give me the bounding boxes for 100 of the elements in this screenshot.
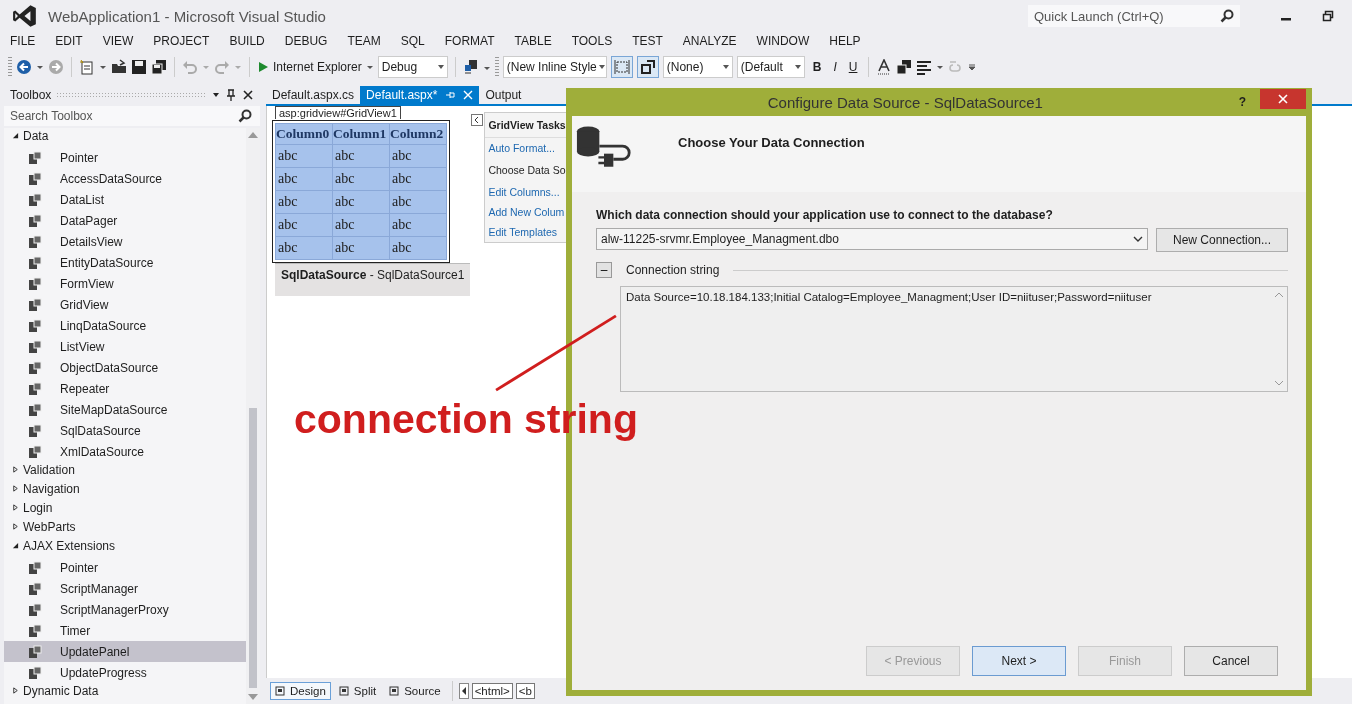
- scrollbar[interactable]: [246, 128, 260, 704]
- toolbox-item[interactable]: UpdatePanel: [4, 641, 246, 662]
- scroll-left-icon[interactable]: [458, 683, 469, 699]
- quick-launch-field[interactable]: Quick Launch (Ctrl+Q): [1028, 5, 1240, 27]
- toolbox-item[interactable]: Timer: [4, 620, 246, 641]
- toolbox-item[interactable]: XmlDataSource: [4, 441, 246, 462]
- toolbox-item[interactable]: ListView: [4, 336, 246, 357]
- toolbox-item[interactable]: SiteMapDataSource: [4, 399, 246, 420]
- toolbox-item[interactable]: ScriptManager: [4, 578, 246, 599]
- toolbox-item[interactable]: AccessDataSource: [4, 168, 246, 189]
- absolute-position-icon[interactable]: [636, 56, 659, 78]
- menu-item[interactable]: FILE: [10, 34, 36, 48]
- dropdown-arrow-icon[interactable]: [36, 63, 44, 71]
- menu-item[interactable]: PROJECT: [153, 34, 210, 48]
- new-connection-button[interactable]: New Connection...: [1156, 228, 1288, 252]
- menu-item[interactable]: HELP: [829, 34, 861, 48]
- dialog-button[interactable]: Next >: [972, 646, 1066, 676]
- dropdown-arrow-icon[interactable]: [212, 91, 220, 99]
- toolbox-item[interactable]: DataPager: [4, 210, 246, 231]
- toolbox-category[interactable]: Data: [4, 128, 246, 145]
- task-link[interactable]: Edit Columns...: [485, 182, 569, 202]
- toolbox-item[interactable]: DetailsView: [4, 231, 246, 252]
- menu-item[interactable]: SQL: [400, 34, 425, 48]
- pin-icon[interactable]: [225, 89, 237, 101]
- align-left-icon[interactable]: [916, 59, 933, 75]
- control-icon: [28, 318, 42, 333]
- format-button[interactable]: I: [829, 60, 841, 74]
- menu-item[interactable]: TEAM: [347, 34, 381, 48]
- toolbox-item[interactable]: LinqDataSource: [4, 315, 246, 336]
- toolbox-category[interactable]: Login: [4, 498, 246, 517]
- toolbox-item[interactable]: UpdateProgress: [4, 662, 246, 683]
- toolbox-item[interactable]: Pointer: [4, 147, 246, 168]
- toolbox-category[interactable]: Dynamic Data: [4, 681, 246, 700]
- toolbox-item[interactable]: ObjectDataSource: [4, 357, 246, 378]
- editor-tab[interactable]: Default.aspx.cs: [266, 86, 361, 104]
- menu-item[interactable]: TEST: [632, 34, 663, 48]
- save-icon[interactable]: [131, 59, 147, 75]
- menu-item[interactable]: EDIT: [55, 34, 83, 48]
- editor-tab[interactable]: Output: [479, 86, 528, 104]
- open-folder-icon[interactable]: [111, 59, 127, 75]
- menu-item[interactable]: VIEW: [102, 34, 134, 48]
- menu-item[interactable]: WINDOW: [756, 34, 810, 48]
- connection-dropdown[interactable]: alw-11225-srvmr.Employee_Managment.dbo: [596, 228, 1148, 250]
- menu-item[interactable]: TABLE: [514, 34, 552, 48]
- data-source-control[interactable]: SqlDataSource - SqlDataSource1: [275, 263, 471, 296]
- menu-item[interactable]: TOOLS: [571, 34, 613, 48]
- format-button[interactable]: U: [844, 60, 862, 74]
- close-button[interactable]: [1260, 89, 1306, 109]
- grid-view[interactable]: Column0 Column1 Column2 abc abc abc abc abc abc abc abc abc abc abc abc abc abc abc: [275, 123, 447, 260]
- view-tab[interactable]: Split: [333, 682, 382, 700]
- toolbox-category[interactable]: AJAX Extensions: [4, 536, 246, 555]
- background-color-icon[interactable]: [896, 59, 913, 75]
- expand-toggle[interactable]: –: [596, 262, 612, 278]
- toolbox-category[interactable]: WebParts: [4, 517, 246, 536]
- task-link[interactable]: Auto Format...: [485, 138, 569, 158]
- breadcrumb-tag[interactable]: <b: [515, 683, 535, 699]
- menu-item[interactable]: ANALYZE: [682, 34, 737, 48]
- menu-item[interactable]: FORMAT: [444, 34, 495, 48]
- style-dropdown[interactable]: (New Inline Style: [502, 56, 607, 78]
- overflow-arrow-icon[interactable]: [968, 63, 977, 71]
- toolbox-item[interactable]: Repeater: [4, 378, 246, 399]
- task-link[interactable]: Add New Colum: [485, 202, 569, 222]
- help-button[interactable]: ?: [1238, 95, 1246, 109]
- back-arrow-icon[interactable]: [16, 59, 32, 75]
- task-link[interactable]: Edit Templates: [485, 222, 569, 242]
- save-all-icon[interactable]: [151, 59, 167, 75]
- attach-process-icon[interactable]: [462, 59, 479, 75]
- view-tab[interactable]: Source: [384, 682, 446, 700]
- toolbox-item[interactable]: GridView: [4, 294, 246, 315]
- new-project-icon[interactable]: [79, 59, 95, 75]
- restore-icon[interactable]: [1322, 10, 1334, 22]
- toolbox-item[interactable]: Pointer: [4, 557, 246, 578]
- connection-string-box[interactable]: Data Source=10.18.184.133;Initial Catalog=Employee_Managment;User ID=niituser;Password=niituser: [620, 286, 1288, 392]
- dropdown-arrow-icon[interactable]: [936, 63, 945, 71]
- menu-item[interactable]: DEBUG: [284, 34, 328, 48]
- breadcrumb-tag[interactable]: <html>: [471, 683, 513, 699]
- search-icon: [1220, 9, 1234, 23]
- dialog-button[interactable]: Cancel: [1184, 646, 1278, 676]
- menu-item[interactable]: BUILD: [229, 34, 265, 48]
- play-icon[interactable]: [257, 61, 269, 73]
- toolbox-category[interactable]: Navigation: [4, 479, 246, 498]
- close-icon[interactable]: [242, 89, 254, 101]
- control-icon: [28, 213, 42, 228]
- toolbox-item[interactable]: FormView: [4, 273, 246, 294]
- dropdown-arrow-icon[interactable]: [99, 63, 107, 71]
- view-tab[interactable]: Design: [270, 682, 331, 700]
- run-target-button[interactable]: Internet Explorer: [273, 60, 362, 74]
- font-color-icon[interactable]: [876, 59, 893, 75]
- toolbox-item[interactable]: EntityDataSource: [4, 252, 246, 273]
- toolbox-item[interactable]: ScriptManagerProxy: [4, 599, 246, 620]
- configuration-dropdown[interactable]: Debug: [377, 56, 448, 78]
- element-tag-label: asp:gridview#GridView1: [275, 106, 401, 119]
- format-button[interactable]: B: [808, 60, 826, 74]
- toolbox-item[interactable]: DataList: [4, 189, 246, 210]
- dropdown-arrow-icon[interactable]: [365, 63, 374, 71]
- font-dropdown[interactable]: (Default: [736, 56, 805, 78]
- target-rule-dropdown[interactable]: (None): [662, 56, 733, 78]
- search-field[interactable]: Search Toolbox: [4, 106, 260, 126]
- toolbox-item[interactable]: SqlDataSource: [4, 420, 246, 441]
- toolbox-category[interactable]: Validation: [4, 460, 246, 479]
